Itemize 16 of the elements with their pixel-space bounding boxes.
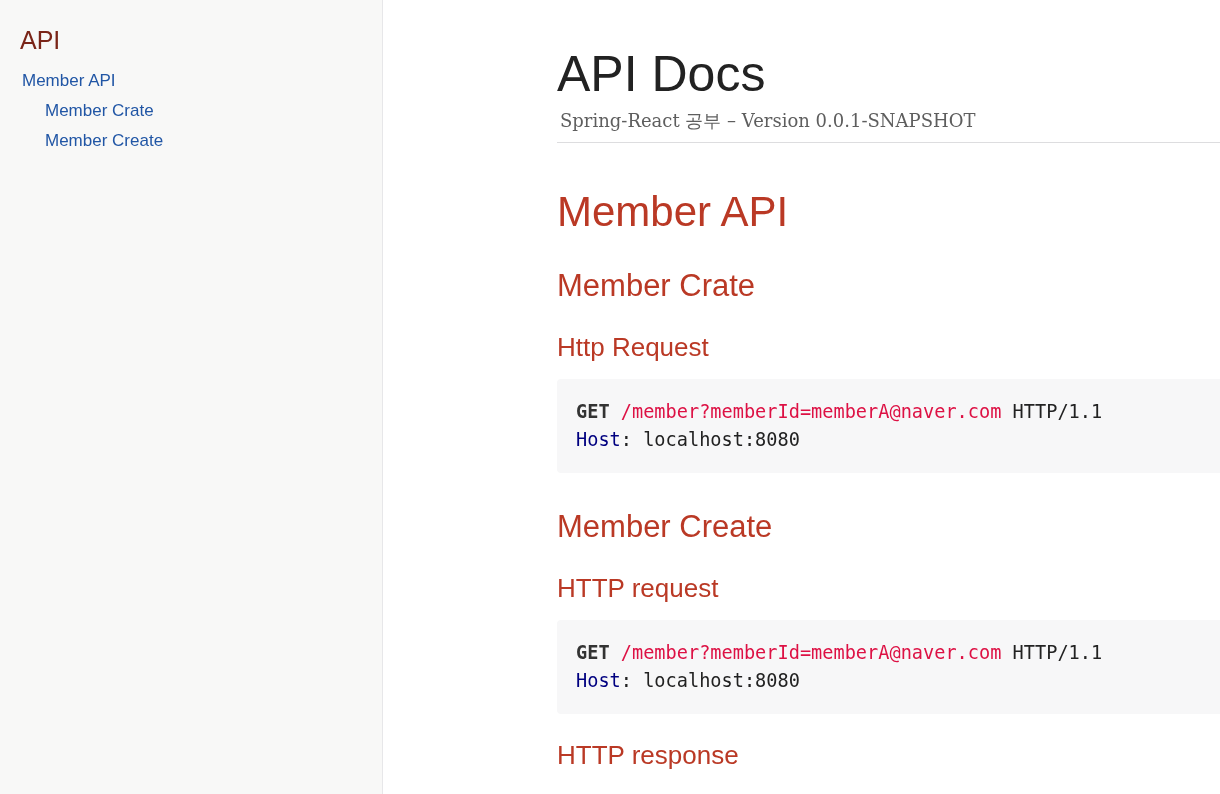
block-heading: HTTP response — [557, 739, 740, 772]
toc-link[interactable]: Member Create — [45, 126, 164, 156]
document-subtitle: Spring-React 공부 – Version 0.0.1-SNAPSHOT — [559, 109, 977, 133]
block-heading: HTTP request — [557, 572, 720, 605]
subsection-heading: Member Create — [557, 508, 774, 546]
toc-link[interactable]: Member API — [22, 66, 116, 96]
subsection-heading: Member Crate — [557, 267, 757, 305]
code-line: Host: localhost:8080 — [576, 669, 800, 693]
toc-title: API — [20, 25, 62, 56]
document-title: API Docs — [557, 45, 767, 104]
toc-link[interactable]: Member Crate — [45, 96, 154, 126]
section-heading: Member API — [557, 187, 790, 237]
code-line: Host: localhost:8080 — [576, 428, 800, 452]
code-line: GET /member?memberId=memberA@naver.com HTTP/1.1 — [576, 641, 1103, 665]
block-heading: Http Request — [557, 331, 710, 364]
code-line: GET /member?memberId=memberA@naver.com HTTP/1.1 — [576, 400, 1103, 424]
